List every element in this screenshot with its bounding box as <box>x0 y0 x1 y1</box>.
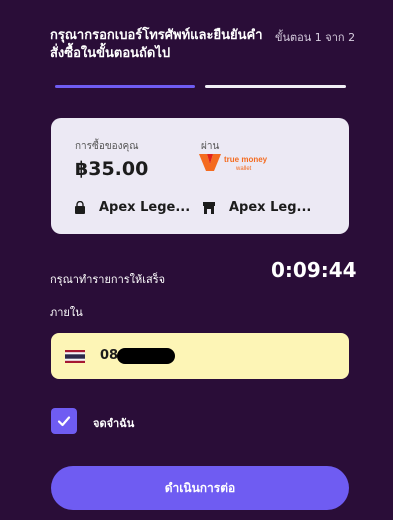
order-summary-card: การซื้อของคุณ ฿35.00 ผ่าน true money wal… <box>51 118 349 234</box>
order-amount: ฿35.00 <box>75 158 149 180</box>
shopping-bag-icon <box>75 200 85 214</box>
remember-me-checkbox[interactable] <box>51 408 77 434</box>
timer-prompt: กรุณาทำรายการให้เสร็จภายใน <box>50 273 166 319</box>
store-name: Apex Leg... <box>229 200 312 215</box>
step-indicator: ขั้นตอน 1 จาก 2 <box>275 31 356 44</box>
svg-text:true money: true money <box>224 155 268 164</box>
page-title: กรุณากรอกเบอร์โทรศัพท์และยืนยันคำสั่งซื้… <box>50 28 263 61</box>
product-name: Apex Lege... <box>99 200 191 215</box>
countdown-timer: 0:09:44 <box>271 258 357 282</box>
store-icon <box>203 201 215 214</box>
progress-step-1 <box>55 85 195 88</box>
phone-number-value[interactable]: 08 <box>100 348 118 363</box>
redacted-phone-digits <box>117 348 175 364</box>
thailand-flag-icon[interactable] <box>65 350 85 363</box>
checkmark-icon <box>57 416 71 427</box>
page-edge <box>393 0 400 520</box>
remember-me-label[interactable]: จดจำฉัน <box>93 414 134 432</box>
svg-text:wallet: wallet <box>235 166 252 172</box>
store-item: Apex Leg... <box>201 200 311 215</box>
continue-button[interactable]: ดำเนินการต่อ <box>51 466 349 510</box>
product-item: Apex Lege... <box>73 200 190 215</box>
progress-step-2 <box>205 85 346 88</box>
phone-input-field[interactable]: 08 <box>51 333 349 379</box>
purchase-label: การซื้อของคุณ <box>75 141 139 152</box>
truemoney-wallet-logo: true money wallet <box>198 151 278 173</box>
